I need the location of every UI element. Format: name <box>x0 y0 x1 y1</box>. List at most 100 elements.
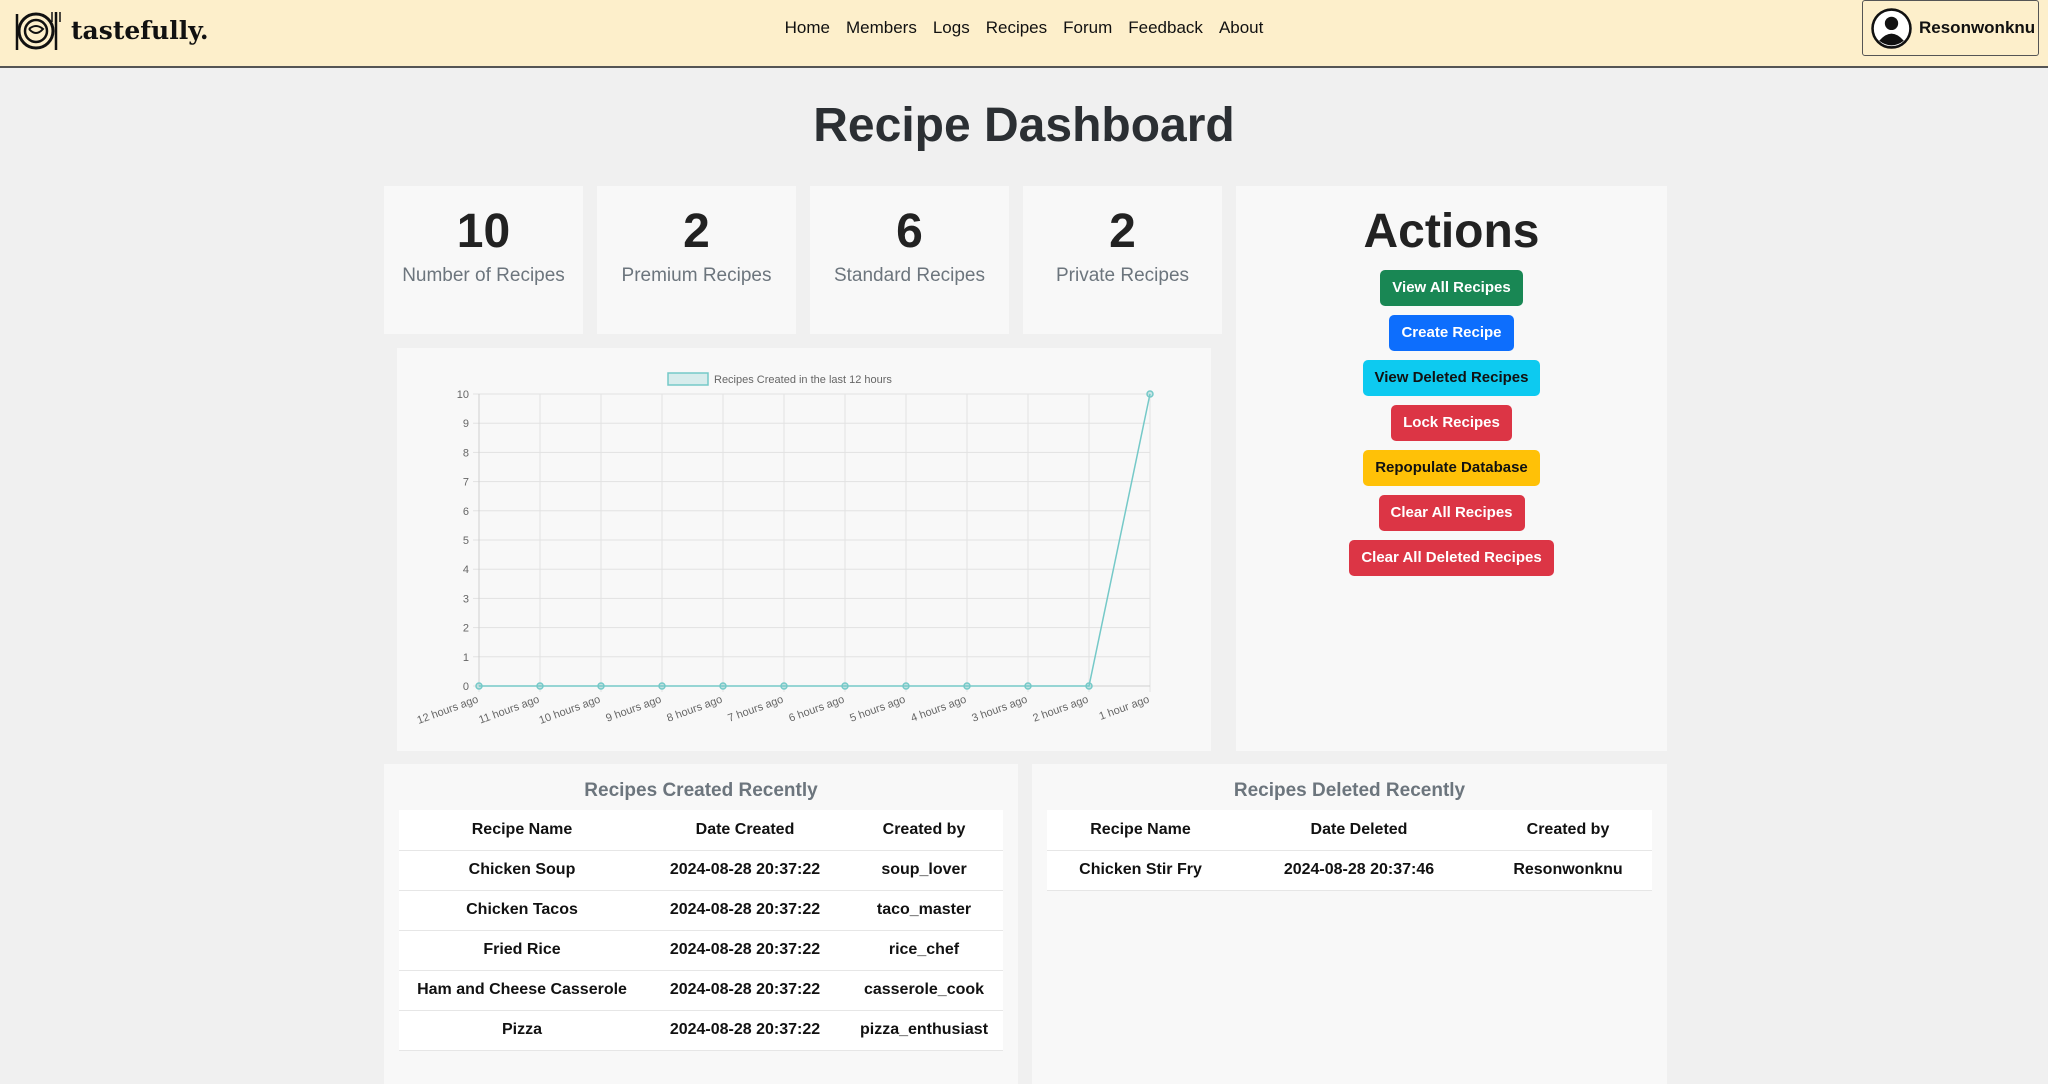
x-tick-label: 5 hours ago <box>848 694 907 725</box>
stat-label: Premium Recipes <box>621 265 772 286</box>
recipe-name-cell: Chicken Soup <box>399 850 645 891</box>
recipes-created-table: Recipe Name Date Created Created by Chic… <box>399 810 1003 1051</box>
column-header: Recipe Name <box>399 810 645 851</box>
y-tick-label: 8 <box>463 447 469 459</box>
author-cell: taco_master <box>845 890 1003 931</box>
column-header: Date Deleted <box>1234 810 1484 851</box>
recipe-name-cell: Fried Rice <box>399 930 645 971</box>
data-point <box>597 682 605 690</box>
nav-menu: Home Members Logs Recipes Forum Feedback… <box>0 0 2048 56</box>
data-point <box>963 682 971 690</box>
stat-card-total: 10 Number of Recipes <box>384 186 583 334</box>
nav-feedback[interactable]: Feedback <box>1128 18 1203 38</box>
table-row[interactable]: Chicken Stir Fry 2024-08-28 20:37:46 Res… <box>1047 850 1652 891</box>
recipe-name-cell: Ham and Cheese Casserole <box>399 970 645 1011</box>
stat-value: 2 <box>1109 205 1136 258</box>
recipes-created-card: Recipes Created Recently Recipe Name Dat… <box>384 764 1018 1084</box>
table-header-row: Recipe Name Date Deleted Created by <box>1047 810 1652 851</box>
create-recipe-button[interactable]: Create Recipe <box>1389 315 1514 351</box>
nav-about[interactable]: About <box>1219 18 1263 38</box>
table-row[interactable]: Chicken Tacos 2024-08-28 20:37:22 taco_m… <box>399 890 1003 931</box>
stat-card-private: 2 Private Recipes <box>1023 186 1222 334</box>
user-avatar-icon <box>1871 7 1912 49</box>
y-tick-label: 5 <box>463 535 469 547</box>
table-row[interactable]: Chicken Soup 2024-08-28 20:37:22 soup_lo… <box>399 850 1003 891</box>
column-header: Created by <box>1484 810 1652 851</box>
nav-recipes[interactable]: Recipes <box>986 18 1047 38</box>
clear-all-deleted-recipes-button[interactable]: Clear All Deleted Recipes <box>1349 540 1554 576</box>
data-point <box>1024 682 1032 690</box>
x-tick-label: 2 hours ago <box>1031 694 1090 725</box>
stat-card-standard: 6 Standard Recipes <box>810 186 1009 334</box>
nav-logs[interactable]: Logs <box>933 18 970 38</box>
recipes-deleted-table: Recipe Name Date Deleted Created by Chic… <box>1047 810 1652 891</box>
lock-recipes-button[interactable]: Lock Recipes <box>1391 405 1512 441</box>
y-tick-label: 3 <box>463 593 469 605</box>
data-point <box>719 682 727 690</box>
x-tick-label: 12 hours ago <box>416 694 480 727</box>
page-title: Recipe Dashboard <box>813 99 1235 152</box>
nav-home[interactable]: Home <box>785 18 830 38</box>
actions-buttons: View All Recipes Create Recipe View Dele… <box>1236 270 1667 585</box>
recipes-deleted-card: Recipes Deleted Recently Recipe Name Dat… <box>1032 764 1667 1084</box>
recipe-name-cell: Pizza <box>399 1010 645 1051</box>
column-header: Recipe Name <box>1047 810 1234 851</box>
legend-label: Recipes Created in the last 12 hours <box>714 374 892 386</box>
date-cell: 2024-08-28 20:37:22 <box>645 1010 845 1051</box>
y-tick-label: 4 <box>463 564 469 576</box>
stat-card-premium: 2 Premium Recipes <box>597 186 796 334</box>
table-row[interactable]: Ham and Cheese Casserole 2024-08-28 20:3… <box>399 970 1003 1011</box>
table-row[interactable]: Fried Rice 2024-08-28 20:37:22 rice_chef <box>399 930 1003 971</box>
stat-value: 2 <box>683 205 710 258</box>
actions-title: Actions <box>1363 205 1540 258</box>
x-tick-label: 4 hours ago <box>909 694 968 725</box>
nav-forum[interactable]: Forum <box>1063 18 1112 38</box>
recipes-deleted-title: Recipes Deleted Recently <box>1233 780 1466 801</box>
data-point <box>1085 682 1093 690</box>
view-all-recipes-button[interactable]: View All Recipes <box>1380 270 1523 306</box>
data-point <box>780 682 788 690</box>
x-tick-label: 11 hours ago <box>477 694 541 727</box>
date-cell: 2024-08-28 20:37:22 <box>645 890 845 931</box>
chart-card: 0 1 2 3 4 5 6 7 8 9 10 12 hours ago 11 hours ago 10 h… <box>397 348 1211 751</box>
author-cell: rice_chef <box>845 930 1003 971</box>
stat-value: 10 <box>456 205 511 258</box>
data-point <box>475 682 483 690</box>
author-cell: casserole_cook <box>845 970 1003 1011</box>
stat-value: 6 <box>896 205 923 258</box>
date-cell: 2024-08-28 20:37:22 <box>645 850 845 891</box>
y-tick-label: 1 <box>463 652 469 664</box>
repopulate-database-button[interactable]: Repopulate Database <box>1363 450 1540 486</box>
legend-swatch <box>667 372 709 386</box>
x-tick-label: 10 hours ago <box>538 694 602 727</box>
y-tick-label: 9 <box>463 418 469 430</box>
stat-label: Standard Recipes <box>833 265 986 286</box>
nav-members[interactable]: Members <box>846 18 917 38</box>
recipes-line-chart: 0 1 2 3 4 5 6 7 8 9 10 12 hours ago11 hours ago10 h… <box>416 372 1154 727</box>
x-tick-label: 1 hour ago <box>1097 694 1151 723</box>
date-cell: 2024-08-28 20:37:22 <box>645 970 845 1011</box>
table-row[interactable]: Pizza 2024-08-28 20:37:22 pizza_enthusia… <box>399 1010 1003 1051</box>
x-tick-label: 3 hours ago <box>970 694 1029 725</box>
clear-all-recipes-button[interactable]: Clear All Recipes <box>1378 495 1525 531</box>
view-deleted-recipes-button[interactable]: View Deleted Recipes <box>1362 360 1541 396</box>
x-tick-label: 7 hours ago <box>726 694 785 725</box>
data-point <box>902 682 910 690</box>
user-menu-button[interactable]: Resonwonknu <box>1862 0 2039 56</box>
x-tick-label: 6 hours ago <box>787 694 846 725</box>
navbar: tastefully. Home Members Logs Recipes Fo… <box>0 0 2048 68</box>
actions-panel: Actions View All Recipes Create Recipe V… <box>1236 186 1667 751</box>
y-tick-label: 6 <box>463 506 469 518</box>
table-header-row: Recipe Name Date Created Created by <box>399 810 1003 851</box>
stat-label: Number of Recipes <box>402 265 565 286</box>
author-cell: Resonwonknu <box>1484 850 1652 891</box>
data-point <box>841 682 849 690</box>
column-header: Created by <box>845 810 1003 851</box>
data-point <box>1146 390 1154 398</box>
author-cell: soup_lover <box>845 850 1003 891</box>
x-tick-label: 9 hours ago <box>604 694 663 725</box>
data-point <box>658 682 666 690</box>
y-tick-label: 10 <box>457 389 469 401</box>
recipe-name-cell: Chicken Stir Fry <box>1047 850 1234 891</box>
x-tick-label: 8 hours ago <box>665 694 724 725</box>
